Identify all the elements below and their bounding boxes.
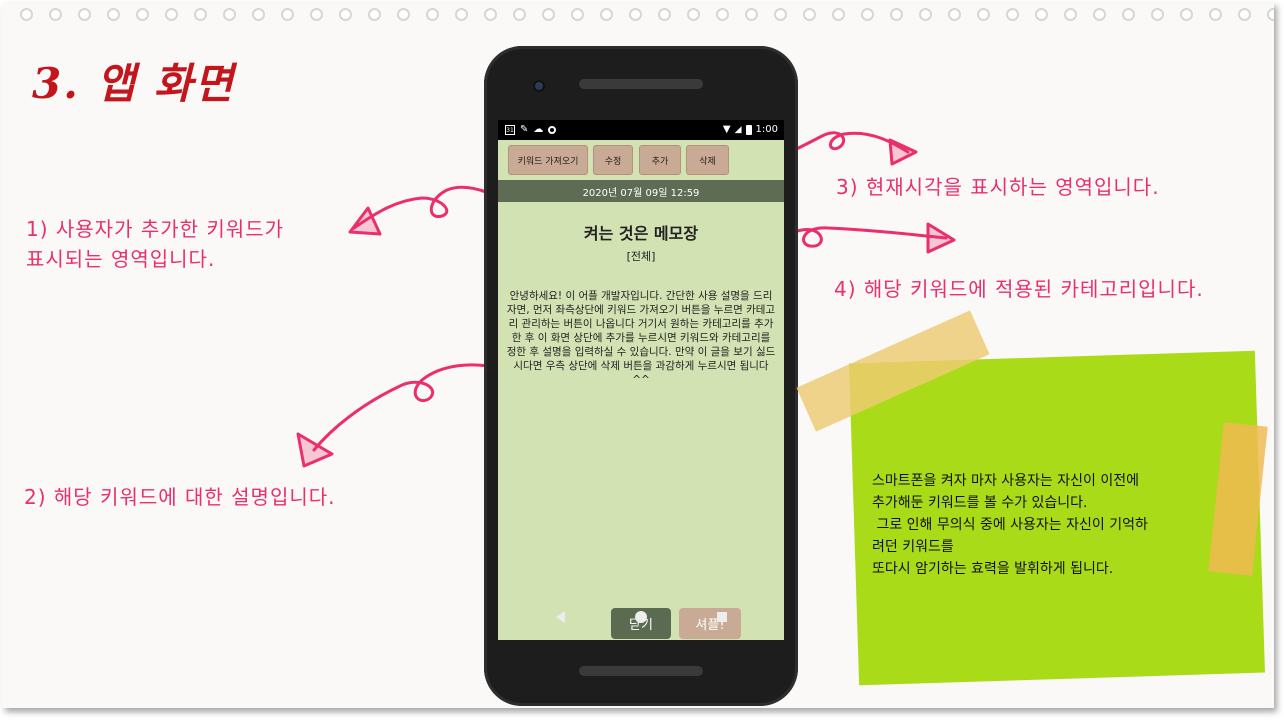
arrow-3-head [888, 138, 918, 166]
home-circle-icon[interactable] [635, 611, 647, 623]
app-toolbar: 키워드 가져오기 수정 추가 삭제 [498, 140, 784, 180]
memo-title: 켜는 것은 메모장 [583, 224, 699, 243]
memo-description: 안녕하세요! 이 어플 개발자입니다. 간단한 사용 설명을 드리자면, 먼저 … [506, 290, 776, 386]
slide: 3. 앱 화면 1) 사용자가 추가한 키워드가 표시되는 영역입니다. 2) … [2, 2, 1274, 708]
cloud-icon: ☁ [533, 124, 544, 135]
arrow-4-head [926, 222, 956, 254]
back-triangle-icon[interactable] [556, 611, 565, 623]
arrow-2 [312, 363, 502, 452]
import-keywords-button[interactable]: 키워드 가져오기 [508, 145, 588, 175]
speaker-top [579, 79, 703, 89]
arrow-1-head [348, 206, 382, 236]
recents-square-icon[interactable] [717, 612, 727, 622]
datetime-bar: 2020년 07월 09일 12:59 [498, 180, 784, 202]
memo-category: [전체] [626, 250, 656, 263]
speaker-bottom [579, 666, 703, 676]
arrow-2-head [296, 432, 334, 468]
sticky-note-text: 스마트폰을 켜자 마자 사용자는 자신이 이전에 추가해둔 키워드를 볼 수가 … [872, 473, 1148, 577]
calendar-icon: 31 [505, 124, 515, 135]
pencil-icon: ✎ [520, 124, 529, 135]
phone-mockup: 31 ✎ ☁ ▼ ◢ 1:00 키워드 가져오기 수정 추가 삭제 2020년 [484, 46, 798, 706]
edit-button[interactable]: 수정 [593, 145, 633, 175]
signal-icon: ◢ [734, 124, 742, 135]
android-nav-bar [498, 601, 784, 637]
add-button[interactable]: 추가 [639, 145, 681, 175]
status-bar: 31 ✎ ☁ ▼ ◢ 1:00 [498, 120, 784, 140]
phone-screen: 31 ✎ ☁ ▼ ◢ 1:00 키워드 가져오기 수정 추가 삭제 2020년 [498, 120, 784, 640]
wifi-icon: ▼ [722, 124, 731, 135]
memo-content: 켜는 것은 메모장 [전체] 안녕하세요! 이 어플 개발자입니다. 간단한 사… [498, 202, 784, 602]
battery-icon [745, 124, 752, 135]
delete-button[interactable]: 삭제 [686, 145, 729, 175]
record-icon [548, 125, 557, 134]
status-time: 1:00 [755, 124, 778, 135]
front-camera [533, 80, 545, 92]
